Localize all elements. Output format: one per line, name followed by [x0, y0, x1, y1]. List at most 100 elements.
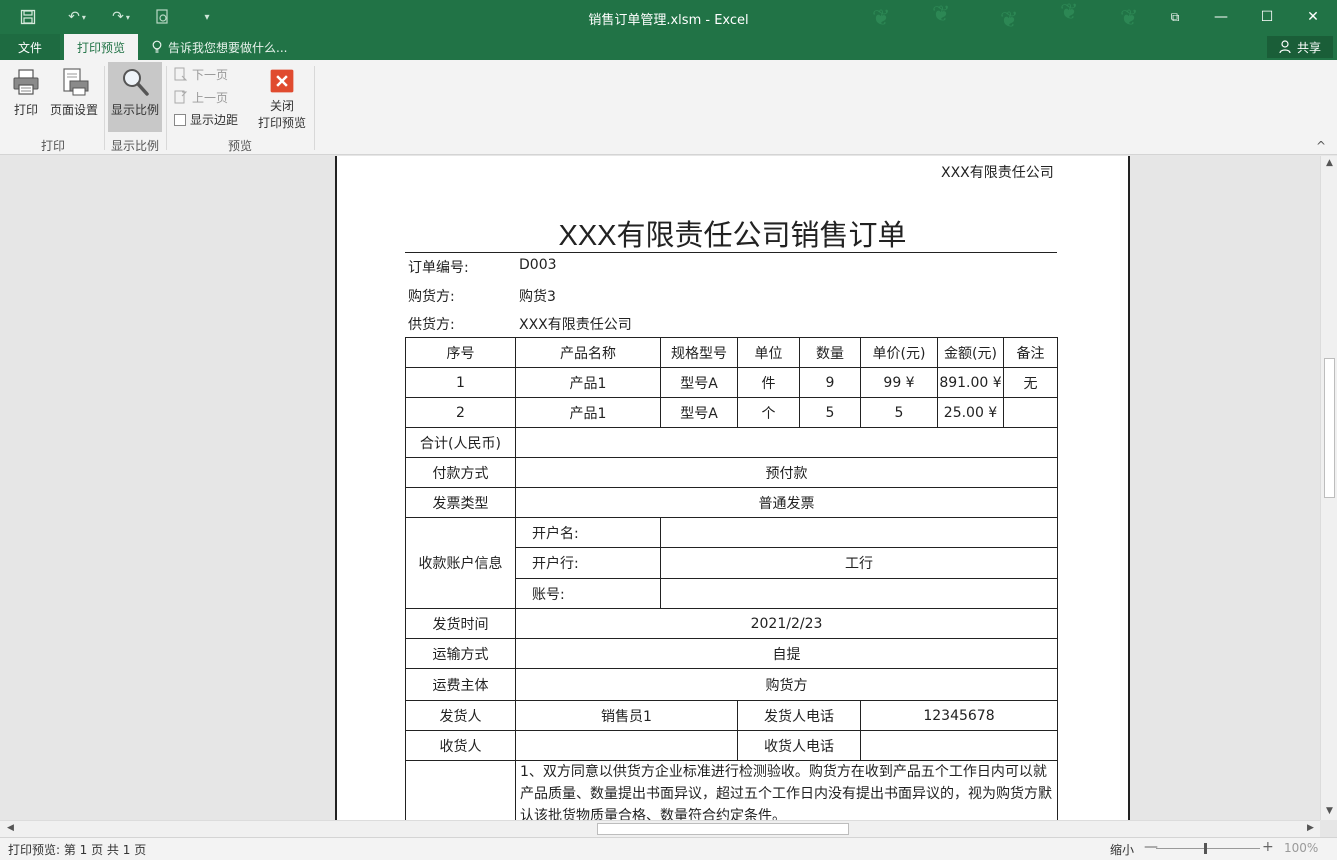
table-header: 单位 — [737, 337, 800, 368]
close-preview-label-2: 打印预览 — [258, 114, 306, 131]
tell-me-search[interactable]: 告诉我您想要做什么... — [152, 34, 287, 60]
horizontal-scrollbar[interactable]: ◀ ▶ — [0, 820, 1320, 837]
vertical-scrollbar[interactable]: ▲ ▼ — [1320, 156, 1337, 820]
group-separator — [104, 66, 105, 150]
total-label: 合计(人民币) — [405, 427, 516, 458]
previous-page-label: 上一页 — [192, 89, 228, 106]
ribbon: 打印 页面设置 打印 显示比例 显示比例 下一页 上一页 显 — [0, 60, 1337, 155]
zoom-out-button[interactable]: 缩小 — [1110, 841, 1134, 858]
zoom-plus-icon[interactable]: + — [1262, 839, 1274, 855]
share-button[interactable]: 共享 — [1267, 36, 1333, 58]
table-cell: 型号A — [660, 397, 738, 428]
chevron-up-icon: ^ — [1316, 139, 1326, 153]
show-margins-checkbox[interactable]: 显示边距 — [174, 111, 238, 128]
bank-label: 开户行: — [515, 547, 661, 579]
ribbon-display-icon: ⧉ — [1171, 10, 1180, 25]
order-number-value: D003 — [519, 257, 557, 273]
table-cell: 891.00 ¥ — [937, 367, 1004, 398]
leaf-decoration-icon: ❦ — [1120, 6, 1138, 31]
document-title: XXX有限责任公司销售订单 — [337, 212, 1128, 254]
print-preview-quick-button[interactable] — [152, 0, 174, 34]
print-page: XXX有限责任公司 XXX有限责任公司销售订单 订单编号: D003 购货方: … — [335, 156, 1130, 820]
close-preview-label-1: 关闭 — [270, 97, 294, 114]
tab-print-preview[interactable]: 打印预览 — [64, 34, 138, 60]
bank-value: 工行 — [660, 547, 1058, 579]
account-name-label: 开户名: — [515, 517, 661, 548]
table-cell: 25.00 ¥ — [937, 397, 1004, 428]
previous-page-button[interactable]: 上一页 — [174, 89, 228, 106]
table-cell: 型号A — [660, 367, 738, 398]
table-cell: 个 — [737, 397, 800, 428]
zoom-minus-icon[interactable]: — — [1144, 839, 1158, 855]
table-cell: 产品1 — [515, 367, 661, 398]
account-name-value — [660, 517, 1058, 548]
scroll-down-icon[interactable]: ▼ — [1321, 806, 1337, 816]
invoice-type-label: 发票类型 — [405, 487, 516, 518]
buyer-label: 购货方: — [408, 286, 455, 306]
zoom-slider-knob[interactable] — [1204, 843, 1207, 854]
scroll-up-icon[interactable]: ▲ — [1321, 158, 1337, 168]
next-page-button[interactable]: 下一页 — [174, 66, 228, 83]
close-window-button[interactable]: ✕ — [1290, 0, 1336, 34]
share-label: 共享 — [1297, 39, 1321, 56]
minimize-button[interactable]: — — [1198, 0, 1244, 34]
save-button[interactable] — [16, 0, 40, 34]
checkbox-box[interactable] — [174, 114, 186, 126]
print-button[interactable]: 打印 — [8, 66, 44, 118]
leaf-decoration-icon: ❦ — [872, 6, 890, 31]
redo-button[interactable]: ↷▾ — [104, 0, 138, 34]
group-separator — [314, 66, 315, 150]
terms-text: 1、双方同意以供货方企业标准进行检测验收。购货方在收到产品五个工作日内可以就产品… — [520, 761, 1055, 820]
group-label-print: 打印 — [8, 137, 98, 154]
person-icon — [1279, 40, 1293, 54]
horizontal-scroll-thumb[interactable] — [597, 823, 849, 835]
close-print-preview-button[interactable]: 关闭 打印预览 — [254, 68, 310, 131]
ship-time-label: 发货时间 — [405, 608, 516, 639]
page-header-company: XXX有限责任公司 — [941, 162, 1054, 182]
undo-button[interactable]: ↶▾ — [60, 0, 94, 34]
supplier-value: XXX有限责任公司 — [519, 314, 632, 334]
collapse-ribbon-button[interactable]: ^ — [1316, 139, 1326, 153]
scroll-right-icon[interactable]: ▶ — [1302, 823, 1319, 833]
table-cell: 5 — [799, 397, 861, 428]
account-info-label: 收款账户信息 — [405, 517, 516, 609]
payment-value: 预付款 — [515, 457, 1058, 488]
table-header: 单价(元) — [860, 337, 938, 368]
table-cell: 2 — [405, 397, 516, 428]
zoom-slider[interactable] — [1156, 848, 1260, 849]
zoom-button[interactable]: 显示比例 — [108, 62, 162, 132]
supplier-label: 供货方: — [408, 314, 455, 334]
page-setup-label: 页面设置 — [50, 101, 98, 118]
shipper-phone-label: 发货人电话 — [737, 700, 861, 731]
zoom-percent: 100% — [1284, 841, 1318, 855]
group-separator — [166, 66, 167, 150]
table-header: 规格型号 — [660, 337, 738, 368]
table-cell: 99 ¥ — [860, 367, 938, 398]
ship-time-value: 2021/2/23 — [515, 608, 1058, 639]
receiver-phone-label: 收货人电话 — [737, 730, 861, 761]
table-cell: 9 — [799, 367, 861, 398]
title-underline — [405, 252, 1057, 253]
shipper-value: 销售员1 — [515, 700, 738, 731]
printer-icon — [10, 66, 42, 98]
print-preview-icon — [156, 9, 170, 25]
tab-file[interactable]: 文件 — [0, 34, 60, 60]
maximize-button[interactable]: ☐ — [1244, 0, 1290, 34]
scroll-left-icon[interactable]: ◀ — [2, 823, 19, 833]
receiver-label: 收货人 — [405, 730, 516, 761]
transport-label: 运输方式 — [405, 638, 516, 669]
ribbon-display-options-button[interactable]: ⧉ — [1152, 0, 1198, 34]
floppy-disk-icon — [20, 9, 36, 25]
vertical-scroll-thumb[interactable] — [1324, 358, 1335, 498]
lightbulb-icon — [152, 40, 162, 54]
page-setup-button[interactable]: 页面设置 — [47, 66, 101, 118]
group-label-preview: 预览 — [168, 137, 312, 154]
previous-page-icon — [174, 90, 188, 105]
order-number-label: 订单编号: — [408, 257, 469, 277]
buyer-value: 购货3 — [519, 286, 556, 306]
customize-quick-access-button[interactable]: ▾ — [198, 0, 216, 34]
leaf-decoration-icon: ❦ — [932, 2, 950, 27]
table-header: 备注 — [1003, 337, 1058, 368]
shipper-phone-value: 12345678 — [860, 700, 1058, 731]
minimize-icon: — — [1214, 9, 1228, 25]
